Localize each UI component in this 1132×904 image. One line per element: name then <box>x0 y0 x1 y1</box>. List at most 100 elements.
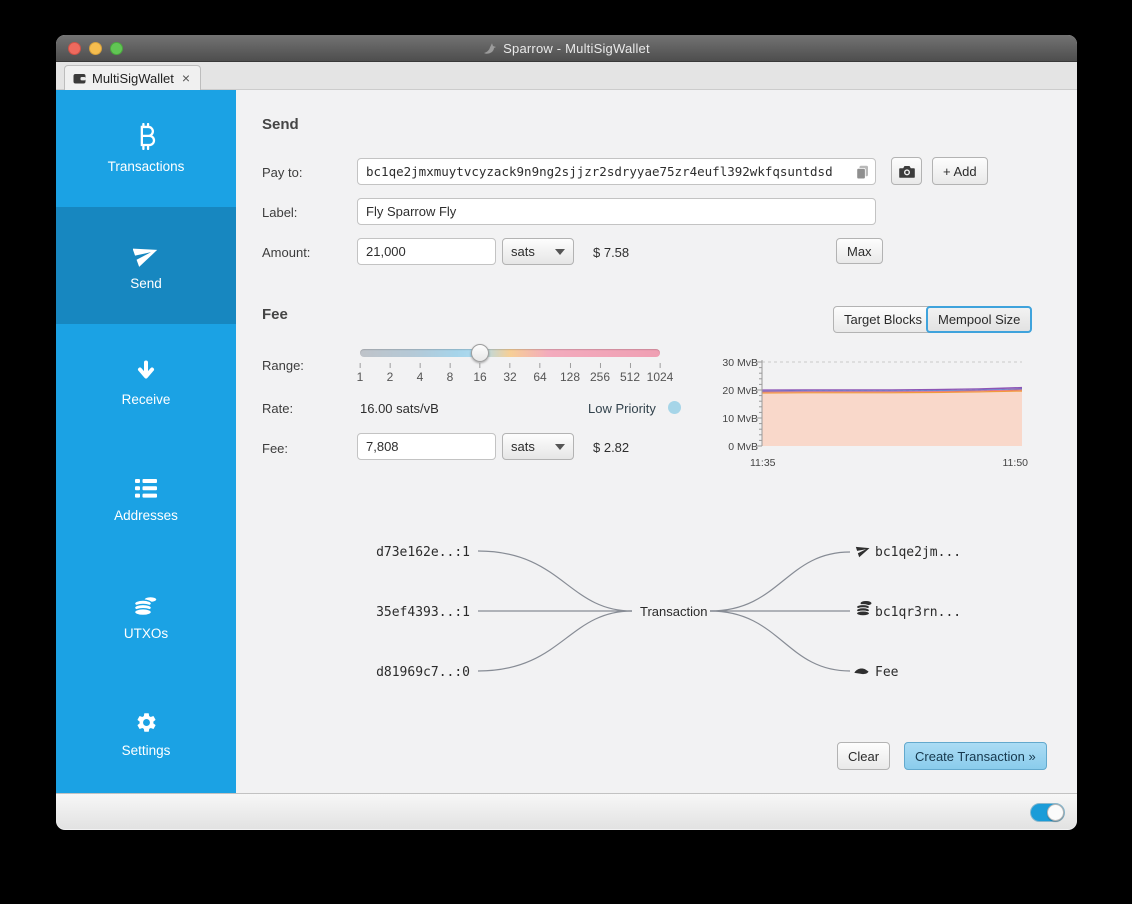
fee-icon <box>854 668 869 675</box>
y-tick-label: 10 MvB <box>722 413 758 425</box>
diagram-node-label[interactable]: Transaction <box>640 604 707 619</box>
sidebar-item-settings[interactable]: Settings <box>56 676 236 793</box>
amount-label: Amount: <box>262 245 311 260</box>
chevron-down-icon <box>555 443 565 450</box>
camera-icon <box>898 165 915 178</box>
diagram-output-label[interactable]: bc1qr3rn... <box>875 605 961 620</box>
sidebar-item-label: Addresses <box>114 507 178 523</box>
x-tick-label: 11:50 <box>1003 457 1029 469</box>
coins-icon <box>856 601 872 617</box>
sidebar-item-label: Send <box>130 275 162 291</box>
tick-label: 1 <box>357 363 364 384</box>
zoom-window-button[interactable] <box>110 42 123 55</box>
target-blocks-button[interactable]: Target Blocks <box>833 306 934 333</box>
priority-indicator-dot <box>668 401 681 414</box>
tick-label: 256 <box>590 363 610 384</box>
copy-icon[interactable] <box>856 165 869 180</box>
send-icon <box>855 546 870 558</box>
sparrow-logo-icon <box>484 42 497 54</box>
fee-label: Fee: <box>262 441 289 456</box>
x-tick-label: 11:35 <box>750 457 776 469</box>
mempool-size-button[interactable]: Mempool Size <box>926 306 1033 333</box>
network-toggle[interactable] <box>1030 803 1065 822</box>
tick-label: 2 <box>387 363 394 384</box>
window-controls <box>68 42 123 55</box>
diagram-output-label[interactable]: bc1qe2jm... <box>875 545 961 560</box>
scan-qr-button[interactable] <box>891 157 922 185</box>
titlebar: Sparrow - MultiSigWallet <box>56 35 1077 62</box>
amount-fiat-value: $ 7.58 <box>593 245 630 260</box>
sidebar-item-label: UTXOs <box>123 625 169 641</box>
sidebar-item-label: Transactions <box>107 159 185 175</box>
sidebar-item-utxos[interactable]: UTXOs <box>56 559 236 676</box>
tick-label: 64 <box>533 363 546 384</box>
label-field-wrap <box>357 198 876 225</box>
y-tick-label: 20 MvB <box>722 385 758 397</box>
pay-to-input[interactable] <box>358 159 875 184</box>
chevron-down-icon <box>555 248 565 255</box>
amount-unit-select[interactable]: sats <box>502 238 574 265</box>
utxos-icon <box>133 595 158 616</box>
fee-unit-select[interactable]: sats <box>502 433 574 460</box>
diagram-input-label[interactable]: 35ef4393..:1 <box>376 605 470 620</box>
sidebar-item-transactions[interactable]: Transactions <box>56 90 236 207</box>
pay-to-field-wrap <box>357 158 876 185</box>
sidebar-item-label: Settings <box>121 742 171 758</box>
y-tick-label: 30 MvB <box>722 357 758 369</box>
tick-label: 1024 <box>647 363 674 384</box>
bitcoin-icon <box>140 123 156 151</box>
diagram-input-label[interactable]: d81969c7..:0 <box>376 665 470 680</box>
slider-thumb[interactable] <box>471 344 489 362</box>
close-window-button[interactable] <box>68 42 81 55</box>
output-curve <box>709 551 851 612</box>
amount-unit-value: sats <box>511 244 535 259</box>
slider-track[interactable] <box>360 349 660 357</box>
rate-value: 16.00 sats/vB <box>360 401 439 416</box>
diagram-input-label[interactable]: d73e162e..:1 <box>376 545 470 560</box>
mempool-chart: 30 MvB 20 MvB 10 MvB 0 MvB 11:35 11:50 <box>722 357 1029 469</box>
clear-button[interactable]: Clear <box>837 742 891 770</box>
tab-close-icon[interactable]: × <box>182 70 190 86</box>
sidebar-item-label: Receive <box>121 391 171 407</box>
create-transaction-button[interactable]: Create Transaction » <box>904 742 1047 770</box>
sidebar-item-addresses[interactable]: Addresses <box>56 442 236 559</box>
status-bar <box>56 793 1077 829</box>
fee-input[interactable] <box>358 434 495 459</box>
pay-to-label: Pay to: <box>262 165 303 180</box>
wallet-icon <box>73 73 86 83</box>
rate-label: Rate: <box>262 401 294 416</box>
minimize-window-button[interactable] <box>89 42 102 55</box>
fee-fiat-value: $ 2.82 <box>593 440 630 455</box>
tick-label: 8 <box>447 363 454 384</box>
y-tick-label: 0 MvB <box>728 441 758 453</box>
fee-range-slider[interactable] <box>360 344 660 362</box>
diagram-output-label[interactable]: Fee <box>875 665 899 680</box>
tick-label: 32 <box>503 363 516 384</box>
tab-multisigwallet[interactable]: MultiSigWallet × <box>64 65 202 90</box>
priority-label: Low Priority <box>588 401 656 416</box>
tick-label: 16 <box>473 363 486 384</box>
label-input[interactable] <box>358 199 875 224</box>
tick-label: 4 <box>417 363 424 384</box>
send-icon <box>133 248 158 267</box>
send-heading: Send <box>262 116 299 133</box>
transaction-diagram: d73e162e..:1 35ef4393..:1 d81969c7..:0 T… <box>376 545 961 680</box>
fee-heading: Fee <box>262 306 288 323</box>
tab-bar: MultiSigWallet × <box>56 62 1077 90</box>
input-curve <box>477 610 633 672</box>
max-button[interactable]: Max <box>836 238 883 264</box>
add-recipient-button[interactable]: + Add <box>932 157 988 185</box>
range-label: Range: <box>262 358 304 373</box>
sidebar-item-send[interactable]: Send <box>56 207 236 325</box>
receive-icon <box>138 360 154 379</box>
toggle-knob[interactable] <box>1047 804 1064 821</box>
tab-label: MultiSigWallet <box>92 70 174 86</box>
tick-label: 128 <box>560 363 580 384</box>
label-label: Label: <box>262 205 298 220</box>
sidebar: Transactions Send Receive Addresses UTXO… <box>56 90 236 793</box>
amount-input[interactable] <box>358 239 495 264</box>
tick-label: 512 <box>620 363 640 384</box>
settings-icon <box>137 713 156 732</box>
input-curve <box>477 550 633 612</box>
sidebar-item-receive[interactable]: Receive <box>56 324 236 441</box>
